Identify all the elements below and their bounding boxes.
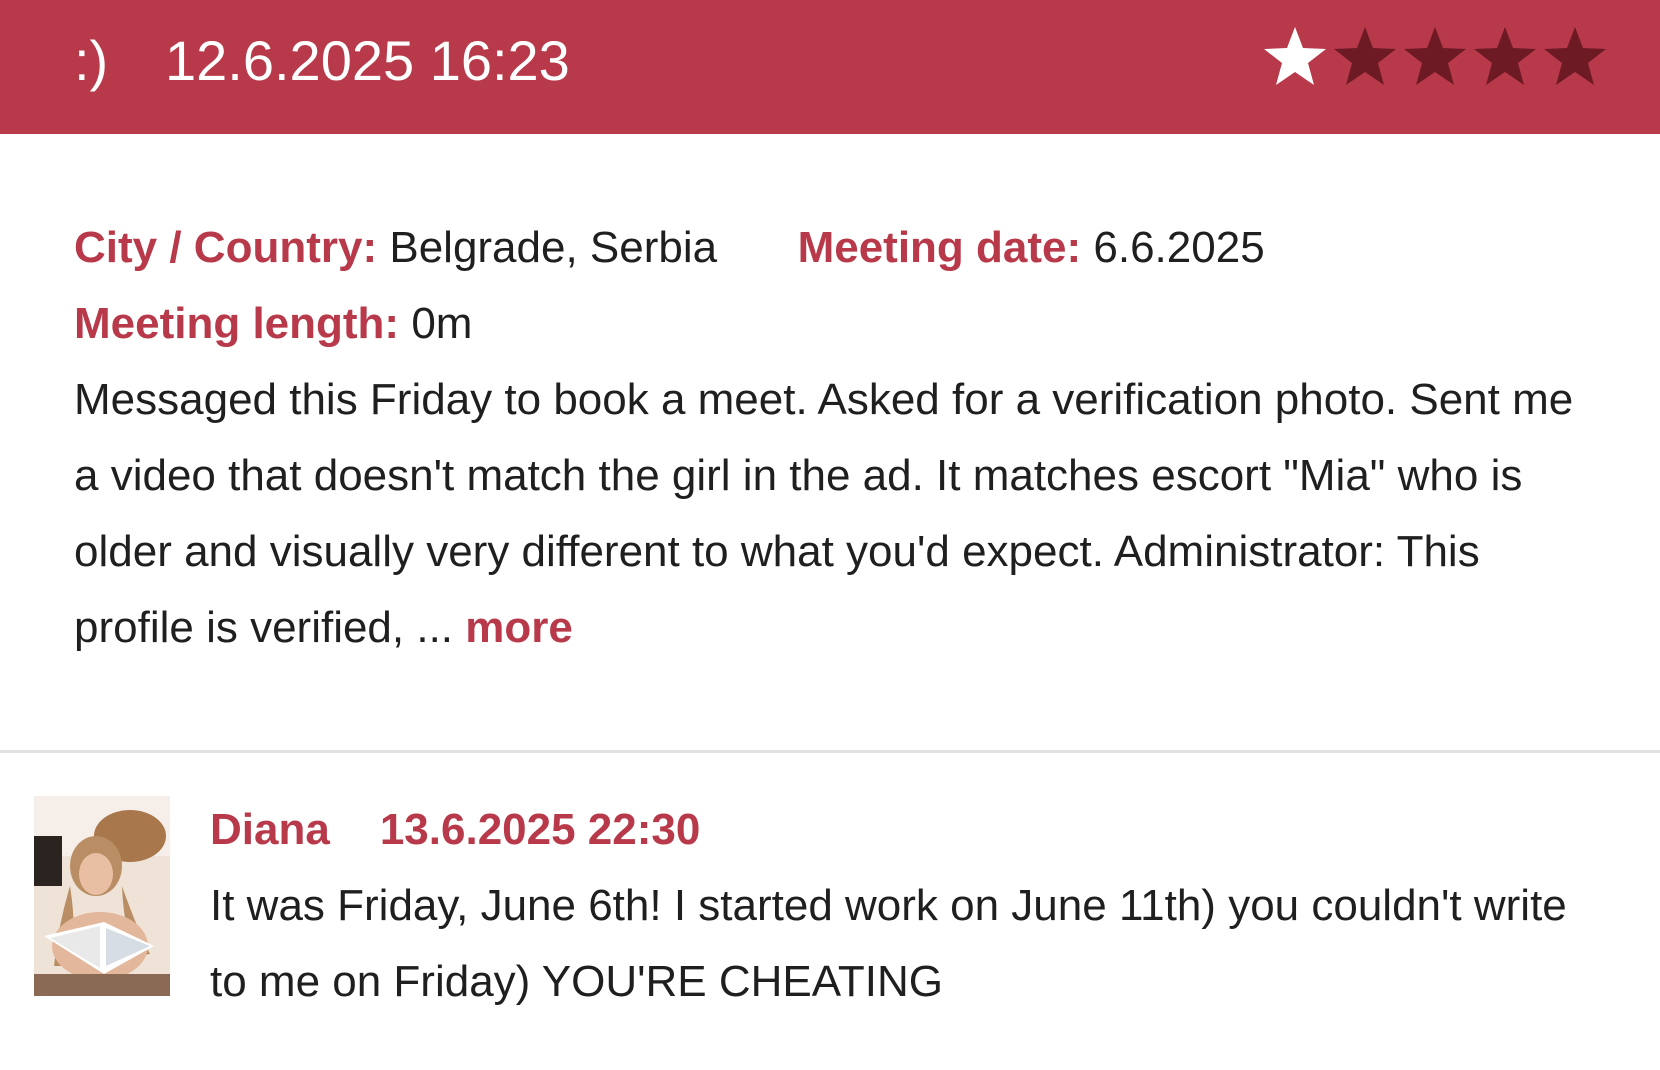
meeting-date-label: Meeting date: bbox=[797, 223, 1082, 272]
comment-author[interactable]: Diana bbox=[210, 805, 330, 854]
more-link[interactable]: more bbox=[465, 603, 573, 652]
review-text: Messaged this Friday to book a meet. Ask… bbox=[74, 375, 1574, 652]
avatar bbox=[34, 796, 170, 996]
star-empty-icon bbox=[1402, 24, 1468, 88]
avatar-photo bbox=[34, 796, 170, 996]
city-value: Belgrade, Serbia bbox=[389, 223, 718, 272]
review-date: 12.6.2025 16:23 bbox=[165, 29, 570, 92]
mood-indicator: :) bbox=[74, 29, 109, 92]
meeting-length-label: Meeting length: bbox=[74, 299, 400, 348]
comment-header: Diana 13.6.2025 22:30 bbox=[210, 792, 700, 868]
review-body: City / Country: Belgrade, Serbia Meeting… bbox=[74, 210, 1594, 666]
meta-row-location: City / Country: Belgrade, Serbia Meeting… bbox=[74, 210, 1594, 286]
meta-row-length: Meeting length: 0m bbox=[74, 286, 1594, 362]
divider bbox=[0, 750, 1660, 753]
star-filled-icon bbox=[1262, 24, 1328, 88]
meeting-length-value: 0m bbox=[411, 299, 473, 348]
star-rating bbox=[1262, 24, 1612, 88]
city-label: City / Country: bbox=[74, 223, 378, 272]
star-empty-icon bbox=[1542, 24, 1608, 88]
star-empty-icon bbox=[1472, 24, 1538, 88]
review-text-block: Messaged this Friday to book a meet. Ask… bbox=[74, 362, 1594, 666]
review-header: :) 12.6.2025 16:23 bbox=[0, 0, 1660, 134]
meeting-date-value: 6.6.2025 bbox=[1093, 223, 1265, 272]
comment-date: 13.6.2025 22:30 bbox=[379, 805, 701, 854]
comment-text: It was Friday, June 6th! I started work … bbox=[210, 881, 1567, 1006]
star-empty-icon bbox=[1332, 24, 1398, 88]
